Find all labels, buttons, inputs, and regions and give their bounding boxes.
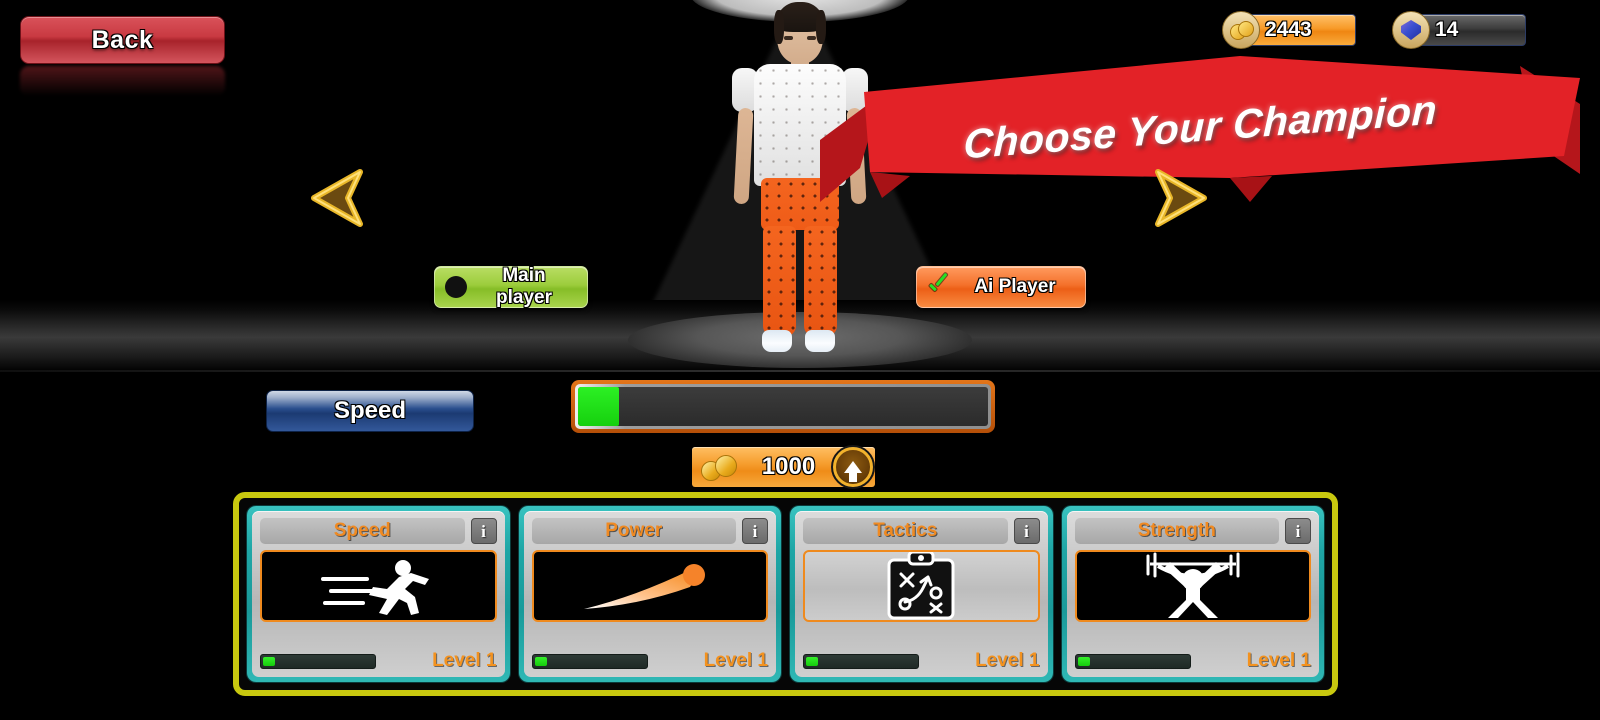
skill-card-strength[interactable]: Strength i Level 1 [1061,506,1324,682]
info-icon[interactable]: i [1013,518,1040,544]
skill-card-power[interactable]: Power i Level 1 [518,506,781,682]
skill-card-strength-title-pill: Strength [1074,518,1279,544]
character-shoe-right [805,330,835,352]
coin-icon [1222,11,1260,49]
skill-card-strength-iconbox [1074,550,1311,622]
check-icon [927,276,951,298]
skill-card-tactics-iconbox [803,550,1040,622]
skill-card-speed-title-pill: Speed [260,518,465,544]
skill-card-speed-header: Speed i [260,517,497,545]
stat-selector-label: Speed [333,397,407,424]
character-shoe-left [762,330,792,352]
skill-card-tactics-progress-fill [806,656,819,666]
character-eye-right [807,36,816,40]
skill-card-speed-progress-fill [263,656,276,666]
clipboard-play-icon [887,552,955,620]
character-leg-left [763,226,796,336]
skill-card-power-panel: Power i Level 1 [523,511,776,677]
skill-card-tactics-header: Tactics i [803,517,1040,545]
character-eye-left [784,36,793,40]
info-icon[interactable]: i [470,518,497,544]
circle-empty-icon [445,276,467,298]
skill-card-power-level: Level 1 [703,650,768,671]
skill-card-tactics-title: Tactics [873,520,938,541]
skill-card-power-title-pill: Power [531,518,736,544]
skill-card-power-footer: Level 1 [531,650,768,671]
skill-card-strength-progress-fill [1077,656,1090,666]
skill-card-power-title: Power [605,520,663,541]
skill-card-strength-title: Strength [1137,520,1216,541]
skill-card-speed-footer: Level 1 [260,650,497,671]
comet-icon [583,564,705,609]
stat-progress-bezel [575,384,991,429]
coin-amount: 2443 [1265,18,1312,41]
weightlifter-icon [1146,552,1240,618]
skill-card-strength-panel: Strength i Level 1 [1066,511,1319,677]
next-character-button[interactable] [1148,168,1220,228]
skill-card-speed-level: Level 1 [432,650,497,671]
skill-card-strength-level: Level 1 [1246,650,1311,671]
stat-progress-track [578,387,988,426]
skill-card-strength-header: Strength i [1074,517,1311,545]
arrow-left-icon [311,169,363,227]
back-button[interactable]: Back [20,16,225,64]
upgrade-button[interactable]: 1000 [692,445,875,489]
stat-progress-fill [578,387,619,426]
character-leg-right [804,226,837,336]
ai-player-toggle[interactable]: Ai Player [916,266,1086,308]
banner-title: Choose Your Champion [962,85,1438,167]
skill-card-power-iconbox [531,550,768,622]
skill-card-power-header: Power i [531,517,768,545]
skill-card-tactics-progress [803,653,919,669]
skill-card-speed[interactable]: Speed i Level 1 [247,506,510,682]
skill-card-tactics[interactable]: Tactics i Level 1 [790,506,1053,682]
arrow-right-icon [1155,169,1207,227]
skill-card-tactics-panel: Tactics i Level 1 [795,511,1048,677]
coins-icon [698,450,744,484]
skill-card-speed-title: Speed [333,520,391,541]
skill-card-strength-footer: Level 1 [1074,650,1311,671]
back-button-label: Back [91,25,154,54]
main-player-toggle[interactable]: Main player [434,265,588,308]
stage-floor-edge [0,370,1600,372]
skill-card-power-progress-fill [534,656,547,666]
info-icon[interactable]: i [742,518,768,544]
skill-card-speed-panel: Speed i Level 1 [252,511,505,677]
info-icon[interactable]: i [1285,518,1311,544]
character-hair-side-right [816,10,826,44]
upgrade-cost: 1000 [761,453,816,480]
skill-card-tactics-footer: Level 1 [803,650,1040,671]
skill-card-tactics-level: Level 1 [975,650,1040,671]
skill-cards-container: Speed i Level 1 Power i Level 1 Tactics … [233,492,1338,696]
ai-player-label: Ai Player [974,276,1056,297]
runner-icon [321,560,430,615]
skill-card-speed-progress [260,653,376,669]
character-arm-left [733,107,754,205]
skill-card-speed-iconbox [260,550,497,622]
skill-card-tactics-title-pill: Tactics [803,518,1008,544]
main-player-label: Main player [496,265,552,308]
stat-selector-button[interactable]: Speed [266,390,474,432]
up-arrow-icon[interactable] [831,445,875,489]
champion-select-screen: Back 2443 14 Choose Your Champion Main p… [0,0,1600,720]
skill-card-strength-progress [1074,653,1191,669]
previous-character-button[interactable] [298,168,370,228]
stat-progress-bar[interactable] [571,380,995,433]
character-hair-side-left [774,10,784,44]
skill-card-power-progress [531,653,648,669]
